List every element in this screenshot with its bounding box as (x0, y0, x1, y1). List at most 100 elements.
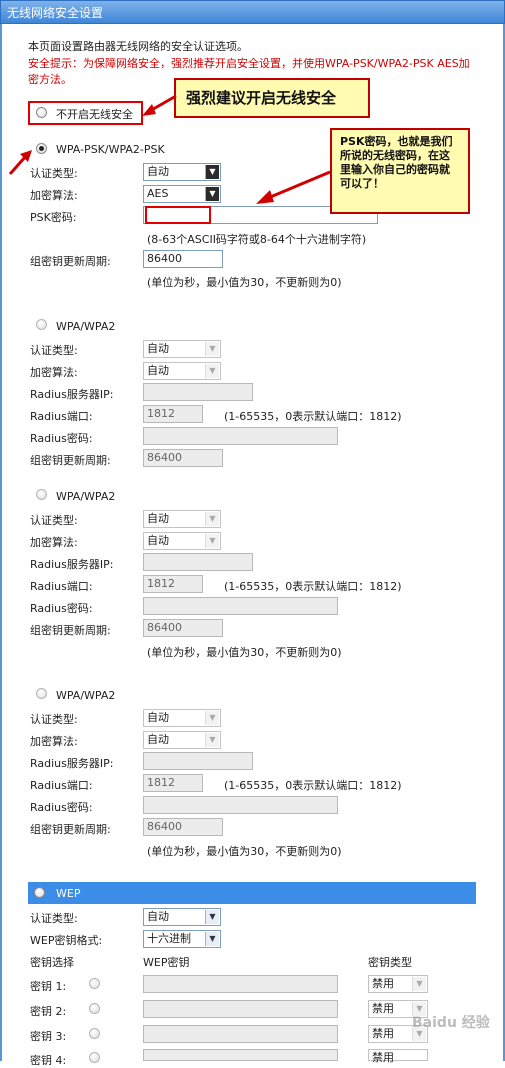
wep-key4-label: 密钥 4: (30, 1054, 67, 1067)
window-title: 无线网络安全设置 (0, 0, 505, 24)
wep-format-label: WEP密钥格式: (30, 934, 103, 947)
wpa1-radius-ip-label: Radius服务器IP: (30, 388, 114, 401)
wep-header-bar (28, 882, 476, 904)
callout-psk-arrow (256, 170, 331, 204)
wpa2-enc-select[interactable]: 自动 ▼ (143, 532, 221, 550)
wpa3-auth-select[interactable]: 自动 ▼ (143, 709, 221, 727)
callout-enable-security: 强烈建议开启无线安全 (174, 78, 370, 118)
wpa3-enc-value: 自动 (147, 733, 169, 746)
psk-renew-hint: (单位为秒，最小值为30，不更新则为0) (147, 276, 342, 289)
psk-auth-label: 认证类型: (30, 167, 78, 180)
wpa1-enc-select[interactable]: 自动 ▼ (143, 362, 221, 380)
chevron-down-icon: ▼ (205, 165, 219, 179)
wpa2-radius-ip-input[interactable] (143, 553, 253, 571)
wep-auth-label: 认证类型: (30, 912, 78, 925)
wpa1-radius-pwd-input[interactable] (143, 427, 338, 445)
wep-key1-radio[interactable] (89, 978, 100, 989)
wep-radio[interactable] (34, 887, 45, 898)
wpa-psk-label: WPA-PSK/WPA2-PSK (56, 143, 165, 156)
psk-enc-select[interactable]: AES ▼ (143, 185, 221, 203)
wep-key3-input[interactable] (143, 1025, 338, 1043)
wpa3-auth-value: 自动 (147, 711, 169, 724)
wpa-radio-3[interactable] (36, 688, 47, 699)
page-description: 本页面设置路由器无线网络的安全认证选项。 (28, 40, 248, 53)
col-key-type: 密钥类型 (368, 956, 412, 969)
chevron-down-icon: ▼ (205, 342, 219, 356)
wpa2-auth-select[interactable]: 自动 ▼ (143, 510, 221, 528)
wep-auth-select[interactable]: 自动 ▼ (143, 908, 221, 926)
wpa2-renew-hint: (单位为秒，最小值为30，不更新则为0) (147, 646, 342, 659)
chevron-down-icon: ▼ (205, 711, 219, 725)
wpa2-radius-port-label: Radius端口: (30, 580, 93, 593)
wpa3-radius-port-hint: (1-65535，0表示默认端口：1812) (224, 779, 402, 792)
chevron-down-icon: ▼ (205, 187, 219, 201)
wep-key3-type-value: 禁用 (372, 1027, 394, 1040)
wep-key1-input[interactable] (143, 975, 338, 993)
wpa1-renew-label: 组密钥更新周期: (30, 454, 111, 467)
col-key-select: 密钥选择 (30, 956, 74, 969)
wpa-psk-radio[interactable] (36, 143, 47, 154)
wep-format-select[interactable]: 十六进制 ▼ (143, 930, 221, 948)
wpa2-radius-port-hint: (1-65535，0表示默认端口：1812) (224, 580, 402, 593)
wep-key2-input[interactable] (143, 1000, 338, 1018)
wpa2-radius-ip-label: Radius服务器IP: (30, 558, 114, 571)
psk-hint: (8-63个ASCII码字符或8-64个十六进制字符) (147, 233, 367, 246)
wpa1-auth-label: 认证类型: (30, 344, 78, 357)
wep-key1-type-value: 禁用 (372, 977, 394, 990)
wpa2-radius-pwd-input[interactable] (143, 597, 338, 615)
no-security-label: 不开启无线安全 (56, 108, 133, 121)
wpa1-radius-port-input[interactable]: 1812 (143, 405, 203, 423)
highlight-psk-input (145, 206, 211, 224)
wpa1-radius-port-label: Radius端口: (30, 410, 93, 423)
wep-key2-radio[interactable] (89, 1003, 100, 1014)
wpa3-radius-port-input[interactable]: 1812 (143, 774, 203, 792)
wpa3-renew-input[interactable]: 86400 (143, 818, 223, 836)
chevron-down-icon: ▼ (205, 364, 219, 378)
wep-key4-input[interactable] (143, 1049, 338, 1061)
wpa3-enc-select[interactable]: 自动 ▼ (143, 731, 221, 749)
wpa1-auth-value: 自动 (147, 342, 169, 355)
wpa3-renew-hint: (单位为秒，最小值为30，不更新则为0) (147, 845, 342, 858)
psk-enc-label: 加密算法: (30, 189, 78, 202)
wep-label: WEP (56, 887, 81, 900)
wpa1-radius-ip-input[interactable] (143, 383, 253, 401)
psk-password-label: PSK密码: (30, 211, 77, 224)
wpa2-renew-label: 组密钥更新周期: (30, 624, 111, 637)
wpa3-radius-ip-label: Radius服务器IP: (30, 757, 114, 770)
no-security-radio[interactable] (36, 107, 47, 118)
wep-key3-label: 密钥 3: (30, 1030, 67, 1043)
psk-auth-select[interactable]: 自动 ▼ (143, 163, 221, 181)
wep-key2-label: 密钥 2: (30, 1005, 67, 1018)
wpa2-auth-value: 自动 (147, 512, 169, 525)
chevron-down-icon: ▼ (205, 910, 219, 924)
psk-enc-value: AES (147, 187, 169, 200)
wpa1-auth-select[interactable]: 自动 ▼ (143, 340, 221, 358)
callout-arrow-left (142, 94, 177, 116)
wpa3-radius-ip-input[interactable] (143, 752, 253, 770)
wpa2-renew-input[interactable]: 86400 (143, 619, 223, 637)
chevron-down-icon: ▼ (205, 733, 219, 747)
wep-key4-type-select[interactable]: 禁用 (368, 1049, 428, 1064)
wep-key2-type-value: 禁用 (372, 1002, 394, 1015)
wpa3-radius-pwd-label: Radius密码: (30, 801, 93, 814)
psk-renew-input[interactable]: 86400 (143, 250, 223, 268)
wpa2-auth-label: 认证类型: (30, 514, 78, 527)
wep-format-value: 十六进制 (147, 932, 191, 945)
psk-renew-label: 组密钥更新周期: (30, 255, 111, 268)
chevron-down-icon: ▼ (205, 512, 219, 526)
wep-key4-radio[interactable] (89, 1052, 100, 1063)
wpa1-radius-port-hint: (1-65535，0表示默认端口：1812) (224, 410, 402, 423)
wpa2-radius-port-input[interactable]: 1812 (143, 575, 203, 593)
wpa3-enc-label: 加密算法: (30, 735, 78, 748)
wpa3-radius-pwd-input[interactable] (143, 796, 338, 814)
wpa1-enc-value: 自动 (147, 364, 169, 377)
chevron-down-icon: ▼ (205, 534, 219, 548)
col-wep-key: WEP密钥 (143, 956, 190, 969)
wpa-radio-1[interactable] (36, 319, 47, 330)
wpa1-renew-input[interactable]: 86400 (143, 449, 223, 467)
wep-key3-radio[interactable] (89, 1028, 100, 1039)
wpa2-radius-pwd-label: Radius密码: (30, 602, 93, 615)
wep-key1-type-select[interactable]: 禁用 ▼ (368, 975, 428, 993)
wpa3-renew-label: 组密钥更新周期: (30, 823, 111, 836)
wpa-radio-2[interactable] (36, 489, 47, 500)
